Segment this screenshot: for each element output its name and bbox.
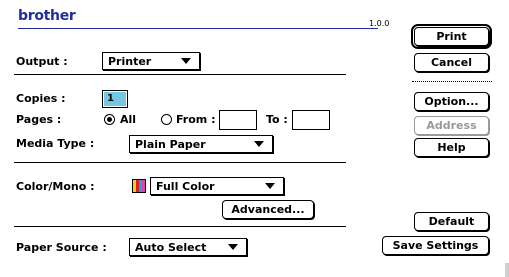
copies-label: Copies :	[16, 92, 66, 105]
option-button[interactable]: Option...	[414, 92, 489, 111]
default-button[interactable]: Default	[414, 212, 489, 231]
chevron-down-icon	[181, 58, 191, 64]
paper-source-value: Auto Select	[135, 240, 207, 254]
brother-logo: brother	[18, 8, 76, 24]
pages-label: Pages :	[16, 113, 62, 126]
separator-2	[14, 162, 346, 163]
address-button[interactable]: Address	[414, 116, 489, 135]
chevron-down-icon	[254, 141, 264, 147]
paper-source-popup[interactable]: Auto Select	[129, 238, 247, 256]
pages-from-field[interactable]	[219, 110, 257, 130]
advanced-button[interactable]: Advanced...	[222, 200, 314, 219]
color-mono-popup[interactable]: Full Color	[150, 177, 284, 195]
media-type-label: Media Type :	[16, 137, 95, 150]
logo-underline	[18, 28, 378, 29]
print-button[interactable]: Print	[411, 24, 492, 49]
copies-value: 1	[104, 92, 126, 106]
pages-all-radio[interactable]	[104, 114, 115, 125]
paper-source-label: Paper Source :	[16, 241, 107, 254]
help-button[interactable]: Help	[414, 138, 489, 157]
pages-from-label: From :	[176, 113, 216, 126]
pages-to-label: To :	[266, 113, 288, 126]
output-popup[interactable]: Printer	[102, 52, 200, 70]
window-edge	[505, 263, 509, 277]
version-label: 1.0.0	[369, 19, 390, 28]
separator-3	[14, 226, 346, 227]
color-swatch-icon	[132, 179, 146, 193]
cancel-button[interactable]: Cancel	[414, 53, 489, 72]
separator-1	[14, 74, 346, 75]
media-type-popup[interactable]: Plain Paper	[129, 135, 273, 153]
button-separator	[412, 81, 492, 82]
pages-all-label: All	[120, 113, 137, 126]
pages-from-radio[interactable]	[161, 114, 172, 125]
color-mono-value: Full Color	[156, 179, 215, 193]
pages-to-field[interactable]	[292, 110, 330, 130]
copies-input[interactable]: 1	[102, 90, 128, 108]
output-label: Output :	[16, 55, 68, 68]
print-dialog: brother 1.0.0 Output : Printer Copies : …	[14, 6, 496, 268]
media-type-value: Plain Paper	[135, 137, 206, 151]
output-value: Printer	[108, 54, 152, 68]
chevron-down-icon	[228, 244, 238, 250]
color-mono-label: Color/Mono :	[16, 180, 95, 193]
save-settings-button[interactable]: Save Settings	[382, 236, 489, 255]
chevron-down-icon	[265, 183, 275, 189]
